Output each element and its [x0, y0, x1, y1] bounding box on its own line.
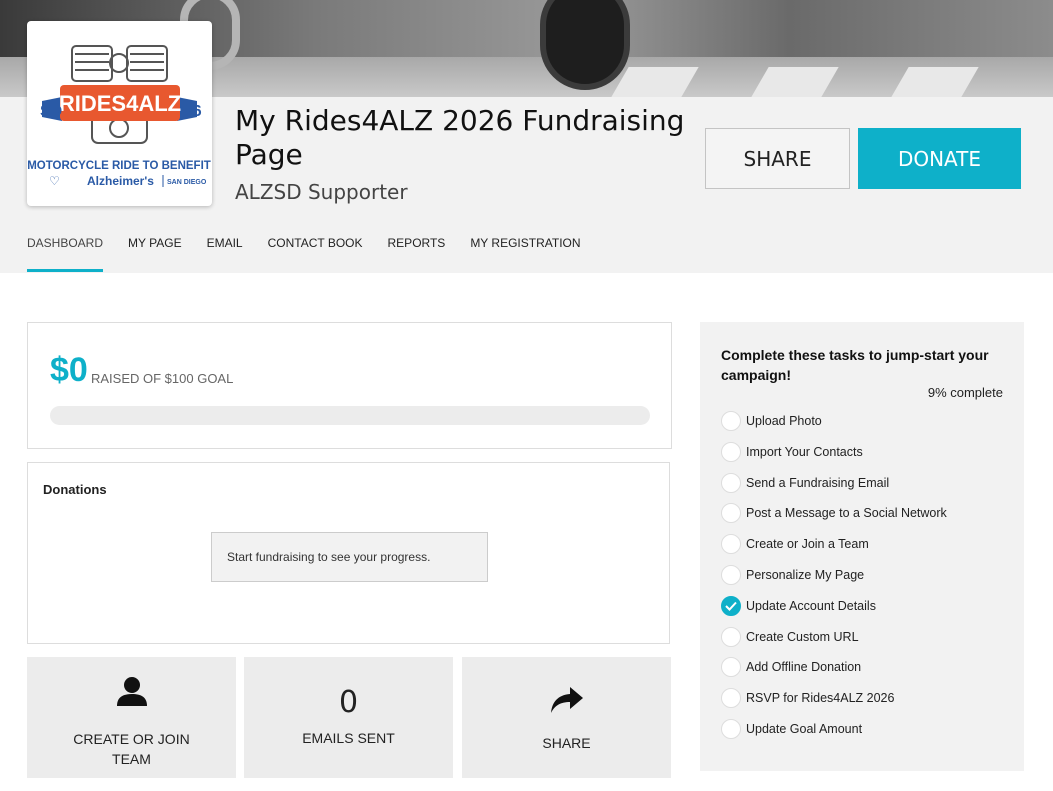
empty-circle-icon[interactable]	[721, 565, 741, 585]
empty-circle-icon[interactable]	[721, 534, 741, 555]
page-title: My Rides4ALZ 2026 Fundraising Page	[235, 104, 685, 171]
donations-title: Donations	[43, 482, 107, 497]
logo-year: '26	[180, 103, 202, 120]
tab-dashboard[interactable]: DASHBOARD	[27, 235, 104, 272]
task-item[interactable]: RSVP for Rides4ALZ 2026	[721, 688, 895, 709]
task-label: Send a Fundraising Email	[746, 475, 890, 490]
tab-email[interactable]: EMAIL	[207, 235, 243, 272]
event-logo: RIDES4ALZ SD '26 MOTORCYCLE RIDE TO BENE…	[27, 21, 212, 206]
empty-state-message: Start fundraising to see your progress.	[211, 532, 488, 582]
logo-sd: SD	[40, 103, 62, 120]
raised-amount: $0	[50, 351, 88, 389]
task-label: Create Custom URL	[746, 629, 859, 644]
task-item[interactable]: Post a Message to a Social Network	[721, 503, 947, 524]
emails-sent-tile[interactable]: 0 EMAILS SENT	[244, 657, 453, 778]
logo-city: SAN DIEGO	[167, 179, 207, 186]
logo-name: RIDES4ALZ	[59, 91, 181, 116]
dashboard-tabs: DASHBOARD MY PAGE EMAIL CONTACT BOOK REP…	[27, 235, 606, 272]
donations-card: Donations Start fundraising to see your …	[27, 462, 670, 644]
emails-sent-label: EMAILS SENT	[302, 730, 395, 746]
task-label: Add Offline Donation	[746, 660, 862, 675]
empty-circle-icon[interactable]	[721, 657, 741, 678]
goal-text: RAISED OF $100 GOAL	[91, 371, 234, 386]
logo-tagline: MOTORCYCLE RIDE TO BENEFIT	[27, 160, 211, 172]
task-label: RSVP for Rides4ALZ 2026	[746, 691, 895, 706]
empty-circle-icon[interactable]	[721, 472, 741, 493]
tab-reports[interactable]: REPORTS	[388, 235, 446, 272]
task-item[interactable]: Personalize My Page	[721, 565, 864, 585]
tasks-title: Complete these tasks to jump-start your …	[721, 347, 989, 383]
create-join-team-label: CREATE OR JOIN TEAM	[73, 731, 190, 767]
task-checklist: Complete these tasks to jump-start your …	[700, 322, 1024, 771]
share-tile-label: SHARE	[542, 735, 591, 751]
share-tile[interactable]: SHARE	[462, 657, 671, 778]
task-item[interactable]: Create or Join a Team	[721, 534, 869, 555]
tab-contact-book[interactable]: CONTACT BOOK	[268, 235, 363, 272]
create-join-team-tile[interactable]: CREATE OR JOIN TEAM	[27, 657, 236, 778]
empty-circle-icon[interactable]	[721, 719, 741, 739]
task-label: Create or Join a Team	[746, 537, 869, 552]
task-item[interactable]: Import Your Contacts	[721, 441, 863, 462]
task-label: Post a Message to a Social Network	[746, 506, 947, 521]
task-item[interactable]: Send a Fundraising Email	[721, 472, 890, 493]
task-label: Upload Photo	[746, 414, 822, 428]
task-label: Update Account Details	[746, 598, 876, 613]
person-icon	[116, 677, 147, 706]
empty-circle-icon[interactable]	[721, 411, 741, 431]
tab-my-registration[interactable]: MY REGISTRATION	[470, 235, 580, 272]
task-item[interactable]: Upload Photo	[721, 411, 822, 431]
empty-circle-icon[interactable]	[721, 688, 741, 709]
empty-circle-icon[interactable]	[721, 626, 741, 647]
progress-bar	[50, 406, 650, 425]
emails-sent-count: 0	[338, 685, 359, 720]
share-arrow-icon	[550, 687, 583, 713]
tab-my-page[interactable]: MY PAGE	[128, 235, 182, 272]
task-item[interactable]: Create Custom URL	[721, 626, 859, 647]
share-button[interactable]: SHARE	[705, 128, 850, 189]
task-item[interactable]: Add Offline Donation	[721, 657, 862, 678]
task-label: Personalize My Page	[746, 568, 865, 582]
task-label: Import Your Contacts	[746, 444, 863, 459]
empty-circle-icon[interactable]	[721, 503, 741, 524]
task-label: Update Goal Amount	[746, 722, 863, 736]
fundraising-progress-card: $0 RAISED OF $100 GOAL	[27, 322, 672, 449]
donate-button[interactable]: DONATE	[858, 128, 1021, 189]
tasks-percent-complete: 9% complete	[927, 385, 1003, 400]
empty-circle-icon[interactable]	[721, 441, 741, 462]
logo-org: Alzheimer's	[87, 174, 154, 188]
task-item[interactable]: Update Account Details	[721, 595, 876, 616]
page-subtitle: ALZSD Supporter	[235, 180, 408, 204]
svg-text:♡: ♡	[49, 174, 60, 188]
task-item[interactable]: Update Goal Amount	[721, 719, 862, 739]
checkmark-icon[interactable]	[721, 595, 741, 616]
